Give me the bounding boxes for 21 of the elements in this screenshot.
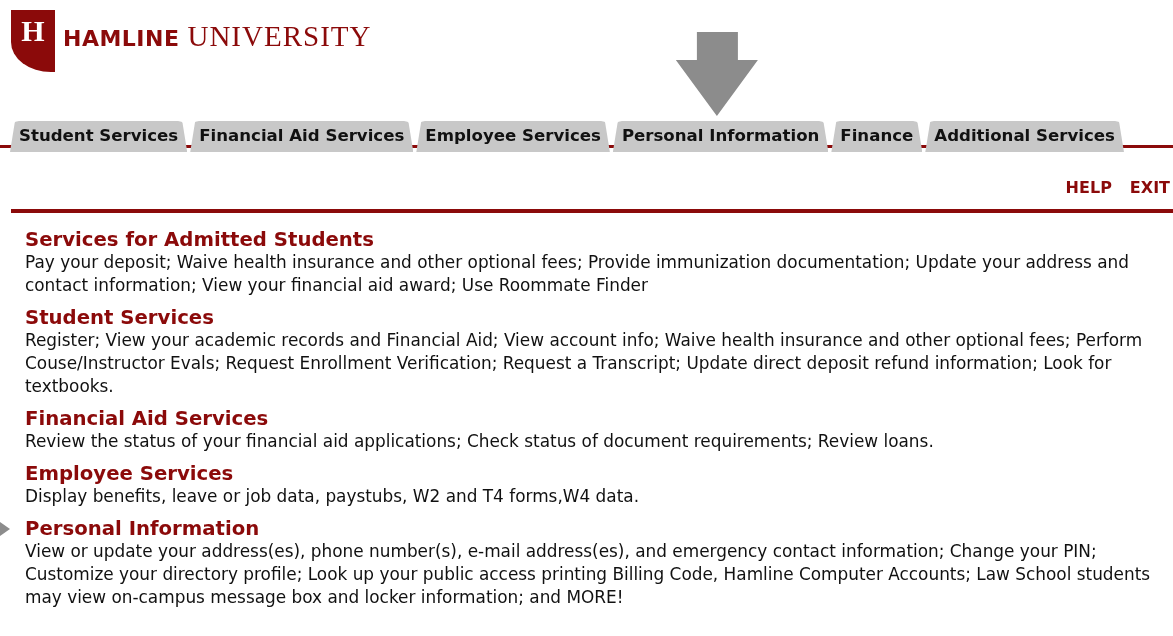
section-description: Pay your deposit; Waive health insurance and other optional fees; Provide immunization documentation; Update your address and contact information; View your financial aid award; Use Roommate Finder bbox=[25, 251, 1130, 297]
section-description: Register; View your academic records and Financial Aid; View account info; Waive health insurance and other optional fees; Perform Couse/Instructor Evals; Request Enrollment Verification; Request a Transcript; Update direct deposit refund information; Look for textbooks. bbox=[25, 329, 1144, 398]
logo-shield: H bbox=[11, 10, 55, 72]
nav-tab[interactable]: Personal Information bbox=[612, 121, 829, 152]
header-link[interactable]: HELP bbox=[1065, 178, 1112, 197]
section-link[interactable]: Employee Services bbox=[25, 463, 234, 485]
logo-name: UNIVERSITY bbox=[187, 20, 372, 53]
section-link[interactable]: Services for Admitted Students bbox=[25, 229, 374, 251]
header-link[interactable]: EXIT bbox=[1129, 178, 1170, 197]
section-description: View or update your address(es), phone number(s), e-mail address(es), and emergency contact information; Change your PIN; Customize your directory profile; Look up your public access printing Billing Code, Hamline Computer Accounts; Law School students may view on-campus message box and locker information; and MORE! bbox=[25, 540, 1152, 609]
section-description: Review the status of your financial aid applications; Check status of document requirements; Review loans. bbox=[25, 430, 935, 453]
logo-name: HAMLINE bbox=[63, 26, 180, 51]
nav-tab[interactable]: Employee Services bbox=[416, 121, 610, 152]
nav-tab[interactable]: Finance bbox=[831, 121, 923, 152]
section-link[interactable]: Financial Aid Services bbox=[25, 408, 269, 430]
nav-tab[interactable]: Financial Aid Services bbox=[190, 121, 414, 152]
nav-tab[interactable]: Additional Services bbox=[925, 121, 1124, 152]
section-description: Display benefits, leave or job data, paystubs, W2 and T4 forms,W4 data. bbox=[25, 485, 640, 508]
section-link[interactable]: Personal Information bbox=[25, 518, 260, 540]
nav-tab[interactable]: Student Services bbox=[10, 121, 188, 152]
section-link[interactable]: Student Services bbox=[25, 307, 214, 329]
